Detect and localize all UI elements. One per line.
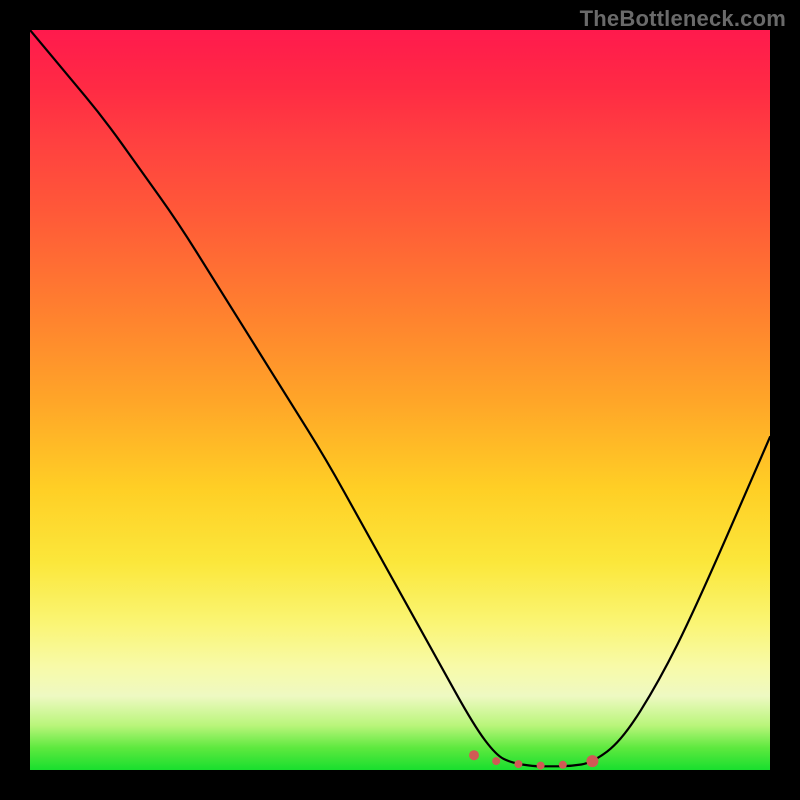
- marker-flat-zone-left: [469, 750, 479, 760]
- bottleneck-curve: [30, 30, 770, 766]
- chart-overlay: [30, 30, 770, 770]
- marker-flat-zone-2: [514, 760, 522, 768]
- marker-flat-zone-right: [586, 755, 598, 767]
- marker-flat-zone-4: [559, 761, 567, 769]
- marker-flat-zone-3: [537, 762, 545, 770]
- marker-flat-zone-1: [492, 757, 500, 765]
- chart-frame: TheBottleneck.com: [0, 0, 800, 800]
- plot-area: [30, 30, 770, 770]
- watermark-label: TheBottleneck.com: [580, 6, 786, 32]
